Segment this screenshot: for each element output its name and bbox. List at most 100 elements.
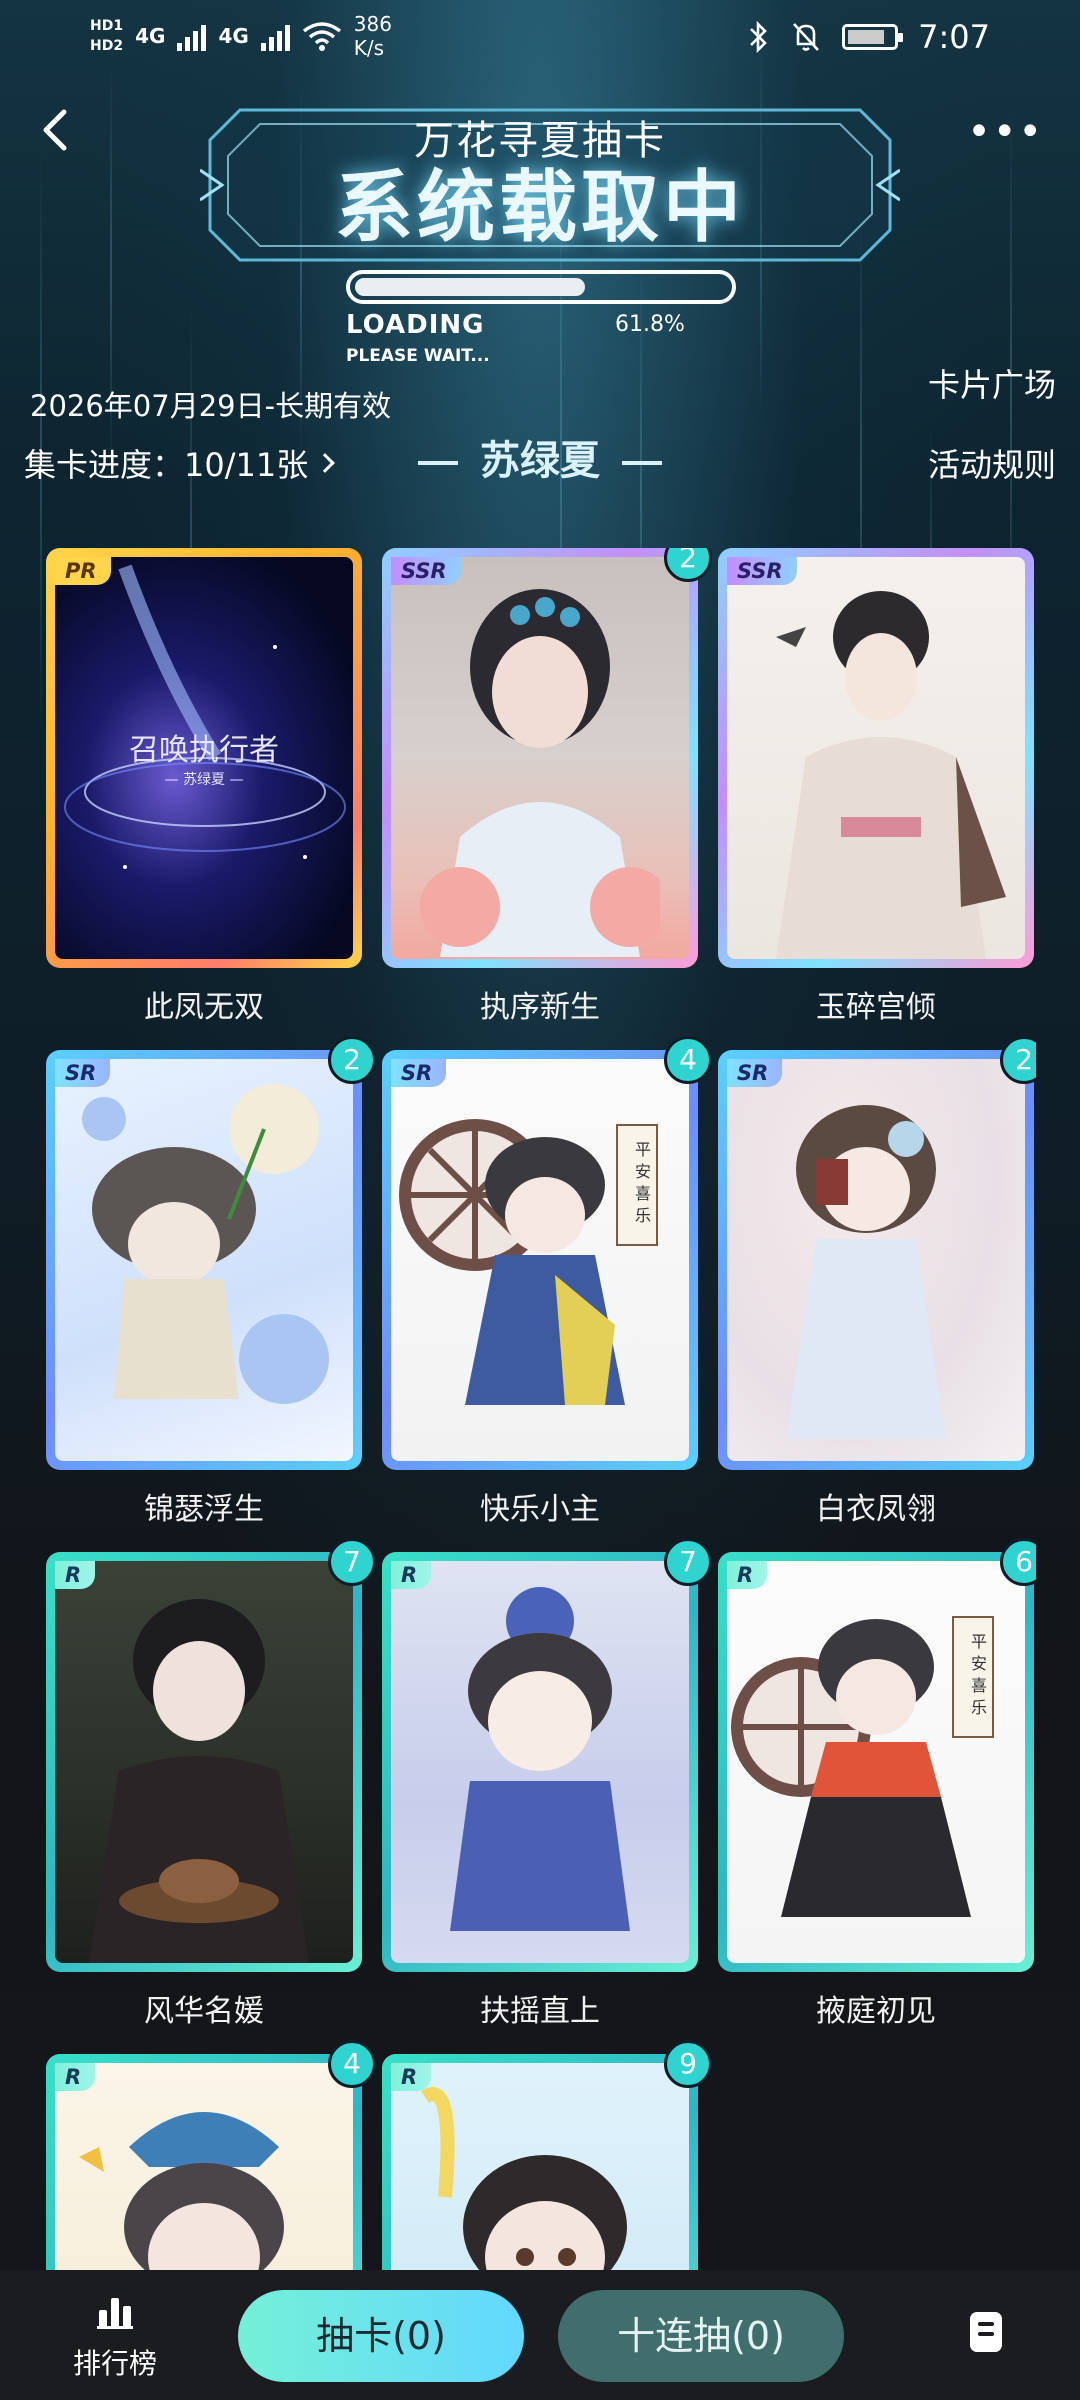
card-name: 快乐小主: [480, 1492, 600, 1527]
rarity-badge: PR: [55, 557, 111, 585]
card-name: 锦瑟浮生: [144, 1492, 264, 1527]
card-art: [55, 2063, 353, 2270]
loading-label: LOADING: [346, 310, 485, 340]
card-name: 白衣凤翎: [816, 1492, 936, 1527]
character-illustration: [79, 2112, 284, 2270]
heroine-name: 苏绿夏: [0, 428, 1080, 486]
card-art: 召唤执行者 — 苏绿夏 —: [55, 557, 353, 959]
network-label-2: 4G: [218, 24, 249, 48]
network-label-1: 4G: [135, 24, 166, 48]
card-count-badge: 7: [328, 1538, 376, 1586]
card-art: [55, 1059, 353, 1461]
signal-icon: [177, 21, 207, 51]
draw-card-button[interactable]: 抽卡(0): [238, 2290, 524, 2382]
card-item[interactable]: 平安喜乐 SR 4 快乐小主: [382, 1036, 712, 1528]
rarity-badge: R: [55, 1561, 96, 1589]
character-illustration: [420, 589, 660, 957]
character-illustration: [82, 1084, 329, 1404]
please-wait-label: PLEASE WAIT...: [346, 346, 490, 366]
card-item[interactable]: R 4: [46, 2040, 376, 2270]
rarity-badge: R: [55, 2063, 96, 2091]
card-item[interactable]: R 9: [382, 2040, 712, 2270]
card-bag-icon[interactable]: [956, 2302, 1016, 2362]
card-item[interactable]: 召唤执行者 — 苏绿夏 — PR 此凤无双: [46, 548, 362, 1026]
network-speed: 386 K/s: [354, 12, 392, 60]
bluetooth-icon: [750, 20, 767, 54]
status-right: 7:07: [748, 18, 990, 56]
character-illustration: [89, 1599, 309, 1963]
rarity-badge: R: [391, 1561, 432, 1589]
loading-percent: 61.8%: [615, 312, 685, 337]
card-art: [391, 2063, 689, 2270]
card-item[interactable]: R 7 扶摇直上: [382, 1538, 712, 2030]
character-illustration: [450, 1587, 630, 1931]
card-item[interactable]: SR 2 锦瑟浮生: [46, 1036, 376, 1528]
clock: 7:07: [918, 18, 990, 56]
card-frame: SR: [46, 1050, 362, 1470]
activity-rules-link[interactable]: 活动规则: [928, 440, 1056, 486]
card-name: 掖庭初见: [816, 1994, 936, 2029]
hd2-label: HD2: [90, 38, 124, 54]
rarity-badge: SR: [391, 1059, 447, 1087]
art-subtitle: — 苏绿夏 —: [164, 772, 244, 788]
card-frame: R: [382, 2054, 698, 2270]
card-frame: SSR: [382, 548, 698, 968]
hd-indicators: HD1 HD2: [90, 16, 123, 56]
character-illustration: [399, 1119, 658, 1405]
ten-draw-button[interactable]: 十连抽(0): [558, 2290, 844, 2382]
bar-chart-icon: [97, 2298, 133, 2329]
card-art: [727, 557, 1025, 959]
hd1-label: HD1: [90, 18, 124, 34]
card-item[interactable]: SR 2 白衣凤翎: [718, 1036, 1036, 1528]
card-art: [727, 1059, 1025, 1461]
card-item[interactable]: 平安喜乐 R 6 掖庭初见: [718, 1538, 1036, 2030]
card-count-badge: 9: [664, 2040, 712, 2088]
card-frame: R: [46, 2054, 362, 2270]
card-frame: R: [46, 1552, 362, 1972]
card-count-badge: 7: [664, 1538, 712, 1586]
card-art: [391, 1561, 689, 1963]
card-name: 执序新生: [480, 990, 600, 1025]
card-art: 平安喜乐: [391, 1059, 689, 1461]
rarity-badge: SR: [55, 1059, 111, 1087]
loading-progress-bar: [346, 270, 736, 304]
card-frame: 平安喜乐 R: [718, 1552, 1034, 1972]
card-item[interactable]: SSR 玉碎宫倾: [718, 548, 1034, 1026]
card-name: 风华名媛: [144, 1994, 264, 2029]
card-frame: 召唤执行者 — 苏绿夏 — PR: [46, 548, 362, 968]
character-illustration: [776, 591, 1006, 959]
rarity-badge: SSR: [391, 557, 461, 585]
art-title: 召唤执行者: [129, 733, 279, 768]
rarity-badge: R: [727, 1561, 768, 1589]
character-illustration: [421, 2087, 627, 2270]
card-item[interactable]: R 7 风华名媛: [46, 1538, 376, 2030]
card-grid: 召唤执行者 — 苏绿夏 — PR 此凤无双 SSR 2 执序新生 SSR 玉碎宫…: [46, 548, 1036, 2270]
card-square-link[interactable]: 卡片广场: [928, 360, 1056, 406]
speed-unit: K/s: [353, 36, 385, 60]
bell-muted-icon: [793, 23, 820, 51]
card-frame: SSR: [718, 548, 1034, 968]
card-count-badge: 4: [328, 2040, 376, 2088]
card-name: 扶摇直上: [480, 1994, 600, 2029]
card-name: 此凤无双: [144, 990, 264, 1025]
card-art: 平安喜乐: [727, 1561, 1025, 1963]
art-scroll-text: 平安喜乐: [634, 1140, 651, 1225]
rarity-badge: SSR: [727, 557, 797, 585]
card-frame: R: [382, 1552, 698, 1972]
character-illustration: [786, 1105, 946, 1439]
card-item[interactable]: SSR 2 执序新生: [382, 548, 712, 1026]
card-frame: 平安喜乐 SR: [382, 1050, 698, 1470]
speed-value: 386: [353, 12, 392, 36]
status-bar: HD1 HD2 4G 4G 386 K/s 7:07: [0, 0, 1080, 80]
loading-progress-fill: [355, 278, 585, 296]
bottom-action-bar: 排行榜 抽卡(0) 十连抽(0): [0, 2270, 1080, 2400]
rarity-badge: R: [391, 2063, 432, 2091]
leaderboard-button[interactable]: 排行榜: [60, 2292, 170, 2382]
heroine-name-text: 苏绿夏: [480, 438, 600, 484]
card-count-badge: 2: [328, 1036, 376, 1084]
card-count-badge: 4: [664, 1036, 712, 1084]
validity-date: 2026年07月29日-长期有效: [30, 389, 392, 423]
status-left: HD1 HD2 4G 4G 386 K/s: [90, 12, 392, 60]
wifi-icon: [302, 22, 341, 51]
card-art: [391, 557, 689, 959]
